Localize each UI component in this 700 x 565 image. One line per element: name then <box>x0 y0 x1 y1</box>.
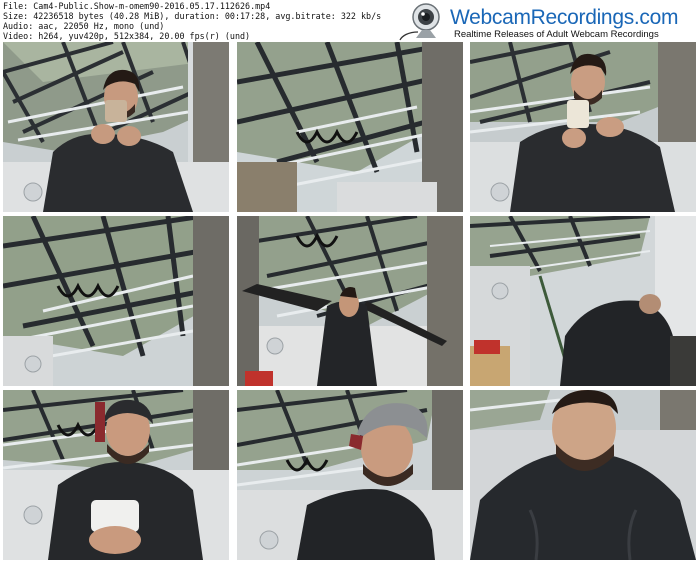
video-frame-image <box>3 390 229 560</box>
brand-title: WebcamRecordings.com <box>450 6 679 29</box>
thumbnail <box>470 216 696 386</box>
file-info-line: Video: h264, yuv420p, 512x384, 20.00 fps… <box>3 31 251 42</box>
thumbnail <box>237 42 463 212</box>
thumbnail <box>3 42 229 212</box>
thumbnail <box>237 390 463 560</box>
video-frame-image <box>470 42 696 212</box>
file-info-line: Audio: aac, 22050 Hz, mono (und) <box>3 21 165 32</box>
webcam-icon <box>399 3 440 41</box>
thumbnail-grid <box>3 42 697 563</box>
file-info-line: File: Cam4-Public.Show-m-omem90-2016.05.… <box>3 1 271 11</box>
video-frame-image <box>470 390 696 560</box>
video-frame-image <box>3 42 229 212</box>
video-frame-image <box>237 390 463 560</box>
thumbnail <box>3 390 229 560</box>
video-frame-image <box>3 216 229 386</box>
header: File: Cam4-Public.Show-m-omem90-2016.05.… <box>0 0 700 42</box>
thumbnail <box>470 390 696 560</box>
brand-logo: WebcamRecordings.com Realtime Releases o… <box>396 2 696 42</box>
thumbnail <box>3 216 229 386</box>
brand-tagline: Realtime Releases of Adult Webcam Record… <box>454 29 659 40</box>
file-info-line: Size: 42236518 bytes (40.28 MiB), durati… <box>3 11 382 22</box>
video-frame-image <box>237 42 463 212</box>
thumbnail <box>470 42 696 212</box>
video-frame-image <box>470 216 696 386</box>
file-info: File: Cam4-Public.Show-m-omem90-2016.05.… <box>3 1 381 41</box>
thumbnail <box>237 216 463 386</box>
video-frame-image <box>237 216 463 386</box>
